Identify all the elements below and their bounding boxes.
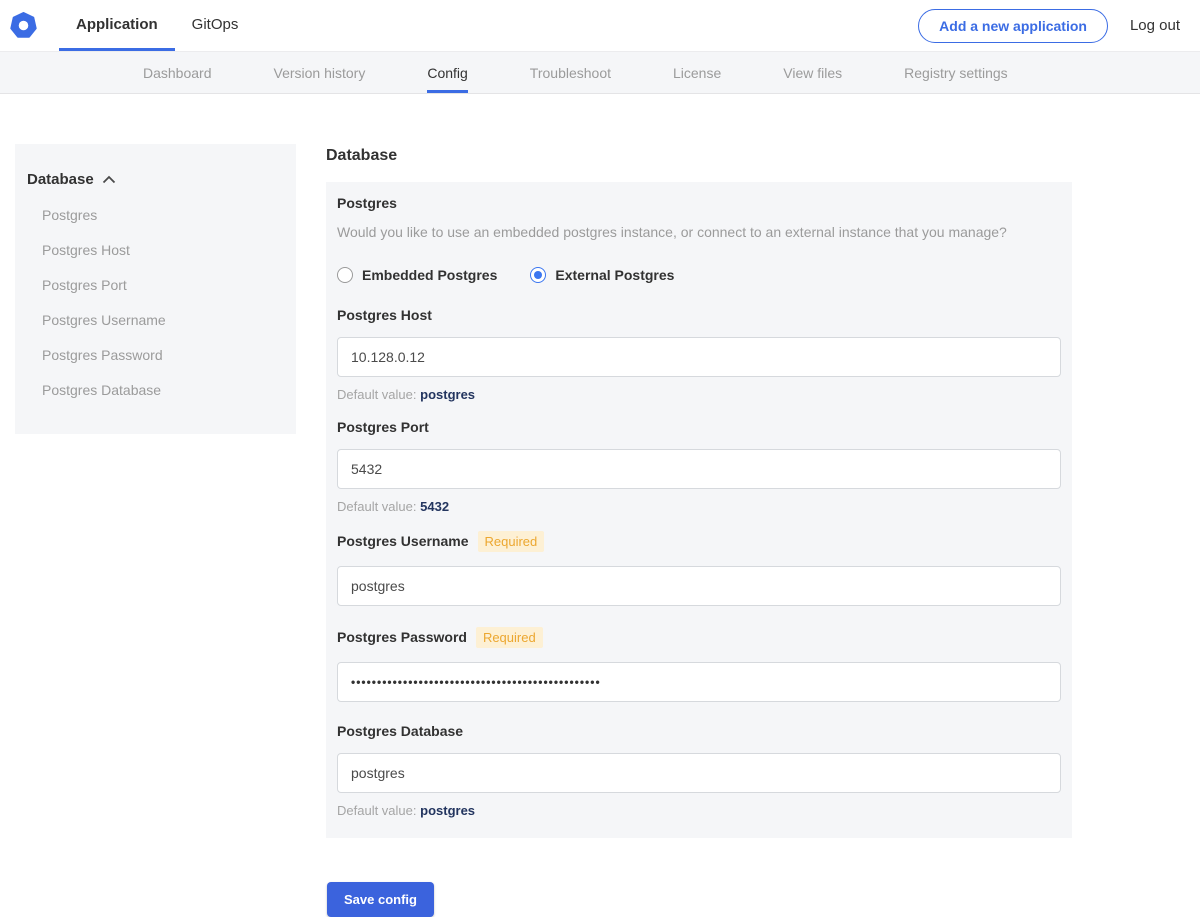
sidebar-item-postgres-port[interactable]: Postgres Port <box>15 268 296 303</box>
postgres-port-label: Postgres Port <box>337 418 429 435</box>
content-area: Database Postgres Postgres Host Postgres… <box>0 94 1200 917</box>
postgres-database-label: Postgres Database <box>337 722 464 739</box>
postgres-mode-radio-group: Embedded Postgres External Postgres <box>337 266 1061 283</box>
postgres-port-input[interactable] <box>337 448 1061 489</box>
postgres-host-input[interactable] <box>337 336 1061 377</box>
subnav-tab-license-label: License <box>673 64 722 81</box>
top-header: Application GitOps Add a new application… <box>0 0 1200 51</box>
default-value: postgres <box>420 386 476 402</box>
logout-button[interactable]: Log out <box>1130 17 1180 34</box>
default-value: postgres <box>420 802 476 818</box>
subnav-tab-troubleshoot-label: Troubleshoot <box>529 64 611 81</box>
sidebar-item-postgres-username[interactable]: Postgres Username <box>15 303 296 338</box>
postgres-port-default: Default value: 5432 <box>337 499 1061 514</box>
default-prefix: Default value: <box>337 802 417 818</box>
sidebar-group-database[interactable]: Database <box>15 171 296 188</box>
postgres-username-label: Postgres Username <box>337 533 469 550</box>
subnav-tab-troubleshoot[interactable]: Troubleshoot <box>530 52 611 93</box>
postgres-password-label: Postgres Password <box>337 629 467 646</box>
postgres-password-input[interactable] <box>337 661 1061 702</box>
radio-external-postgres-label: External Postgres <box>555 266 675 283</box>
subnav-tab-registry-settings[interactable]: Registry settings <box>904 52 1007 93</box>
radio-checked-icon <box>530 266 547 283</box>
subnav-tab-version-history[interactable]: Version history <box>274 52 366 93</box>
page-title: Database <box>326 147 398 164</box>
group-label: Postgres <box>337 195 397 211</box>
header-actions: Add a new application Log out <box>918 0 1200 51</box>
tab-gitops[interactable]: GitOps <box>175 0 256 51</box>
chevron-up-icon <box>102 175 116 184</box>
subnav-tab-view-files-label: View files <box>783 64 843 81</box>
subnav-tab-dashboard-label: Dashboard <box>143 64 212 81</box>
tab-application-label: Application <box>76 15 158 33</box>
postgres-username-input[interactable] <box>337 565 1061 606</box>
subnav-tab-config-label: Config <box>427 64 468 81</box>
sidebar-item-postgres-password[interactable]: Postgres Password <box>15 338 296 373</box>
radio-external-postgres[interactable]: External Postgres <box>530 266 675 283</box>
postgres-host-label: Postgres Host <box>337 306 432 323</box>
required-badge: Required <box>475 626 543 648</box>
config-group-panel: Postgres Would you like to use an embedd… <box>326 182 1072 838</box>
group-description: Would you like to use an embedded postgr… <box>337 224 1007 240</box>
subnav-tab-version-history-label: Version history <box>273 64 366 81</box>
add-application-button[interactable]: Add a new application <box>918 8 1108 43</box>
radio-embedded-postgres[interactable]: Embedded Postgres <box>337 266 498 283</box>
sidebar-item-list: Postgres Postgres Host Postgres Port Pos… <box>15 198 296 408</box>
postgres-host-default: Default value: postgres <box>337 387 1061 402</box>
tab-application[interactable]: Application <box>59 0 175 51</box>
radio-embedded-postgres-label: Embedded Postgres <box>362 266 498 283</box>
config-sidebar: Database Postgres Postgres Host Postgres… <box>15 144 296 434</box>
sidebar-item-postgres-database[interactable]: Postgres Database <box>15 373 296 408</box>
radio-unchecked-icon <box>337 266 353 283</box>
default-value: 5432 <box>420 498 450 514</box>
app-subnav: Dashboard Version history Config Trouble… <box>0 51 1200 94</box>
required-badge: Required <box>477 530 545 552</box>
subnav-tab-license[interactable]: License <box>673 52 721 93</box>
sidebar-group-label: Database <box>27 171 94 188</box>
default-prefix: Default value: <box>337 498 417 514</box>
subnav-tab-registry-settings-label: Registry settings <box>904 64 1008 81</box>
subnav-tab-config[interactable]: Config <box>427 52 468 93</box>
logo-icon <box>10 12 37 38</box>
config-main: Database Postgres Would you like to use … <box>326 147 1072 917</box>
sidebar-item-postgres-host[interactable]: Postgres Host <box>15 233 296 268</box>
tab-gitops-label: GitOps <box>191 15 239 33</box>
sidebar-item-postgres[interactable]: Postgres <box>15 198 296 233</box>
postgres-database-default: Default value: postgres <box>337 803 1061 818</box>
subnav-tab-dashboard[interactable]: Dashboard <box>143 52 212 93</box>
app-logo <box>10 0 37 51</box>
save-config-button[interactable]: Save config <box>327 881 434 917</box>
postgres-database-input[interactable] <box>337 752 1061 793</box>
default-prefix: Default value: <box>337 386 417 402</box>
primary-tabs: Application GitOps <box>59 0 255 51</box>
subnav-tab-view-files[interactable]: View files <box>783 52 842 93</box>
